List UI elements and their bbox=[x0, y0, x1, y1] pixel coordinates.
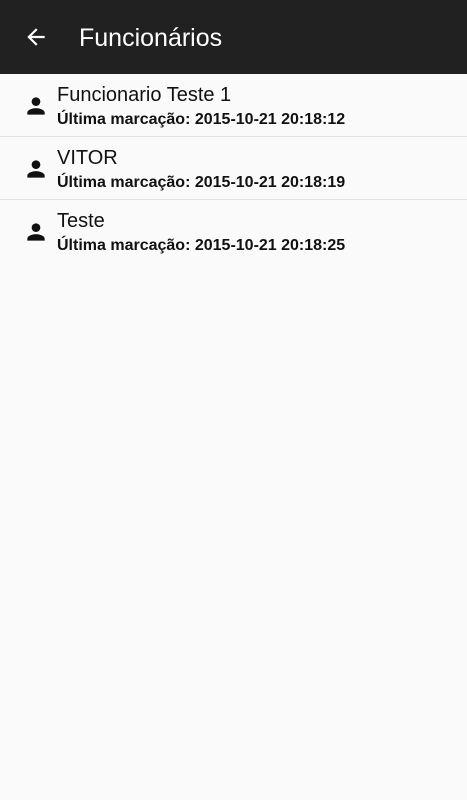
last-mark: Última marcação: 2015-10-21 20:18:25 bbox=[57, 236, 345, 256]
person-icon bbox=[23, 156, 49, 182]
employee-name: Teste bbox=[57, 210, 105, 232]
last-mark: Última marcação: 2015-10-21 20:18:12 bbox=[57, 110, 345, 130]
last-mark: Última marcação: 2015-10-21 20:18:19 bbox=[57, 173, 345, 193]
list-item[interactable]: VITOR Última marcação: 2015-10-21 20:18:… bbox=[0, 137, 467, 200]
page-title: Funcionários bbox=[79, 24, 223, 52]
list-item[interactable]: Funcionario Teste 1 Última marcação: 201… bbox=[0, 74, 467, 137]
last-mark-value: 2015-10-21 20:18:12 bbox=[194, 111, 346, 128]
app-bar: Funcionários bbox=[0, 0, 467, 74]
person-icon bbox=[23, 219, 49, 245]
employee-name: VITOR bbox=[57, 147, 118, 169]
last-mark-label: Última marcação: bbox=[57, 174, 191, 191]
list-item[interactable]: Teste Última marcação: 2015-10-21 20:18:… bbox=[0, 200, 467, 263]
last-mark-value: 2015-10-21 20:18:19 bbox=[194, 174, 346, 191]
employee-name: Funcionario Teste 1 bbox=[57, 84, 232, 106]
last-mark-label: Última marcação: bbox=[57, 237, 191, 254]
arrow-back-icon bbox=[27, 28, 45, 46]
employee-list: Funcionario Teste 1 Última marcação: 201… bbox=[0, 74, 467, 263]
last-mark-value: 2015-10-21 20:18:25 bbox=[194, 237, 346, 254]
person-icon bbox=[23, 93, 49, 119]
back-button[interactable] bbox=[16, 17, 56, 57]
last-mark-label: Última marcação: bbox=[57, 111, 191, 128]
